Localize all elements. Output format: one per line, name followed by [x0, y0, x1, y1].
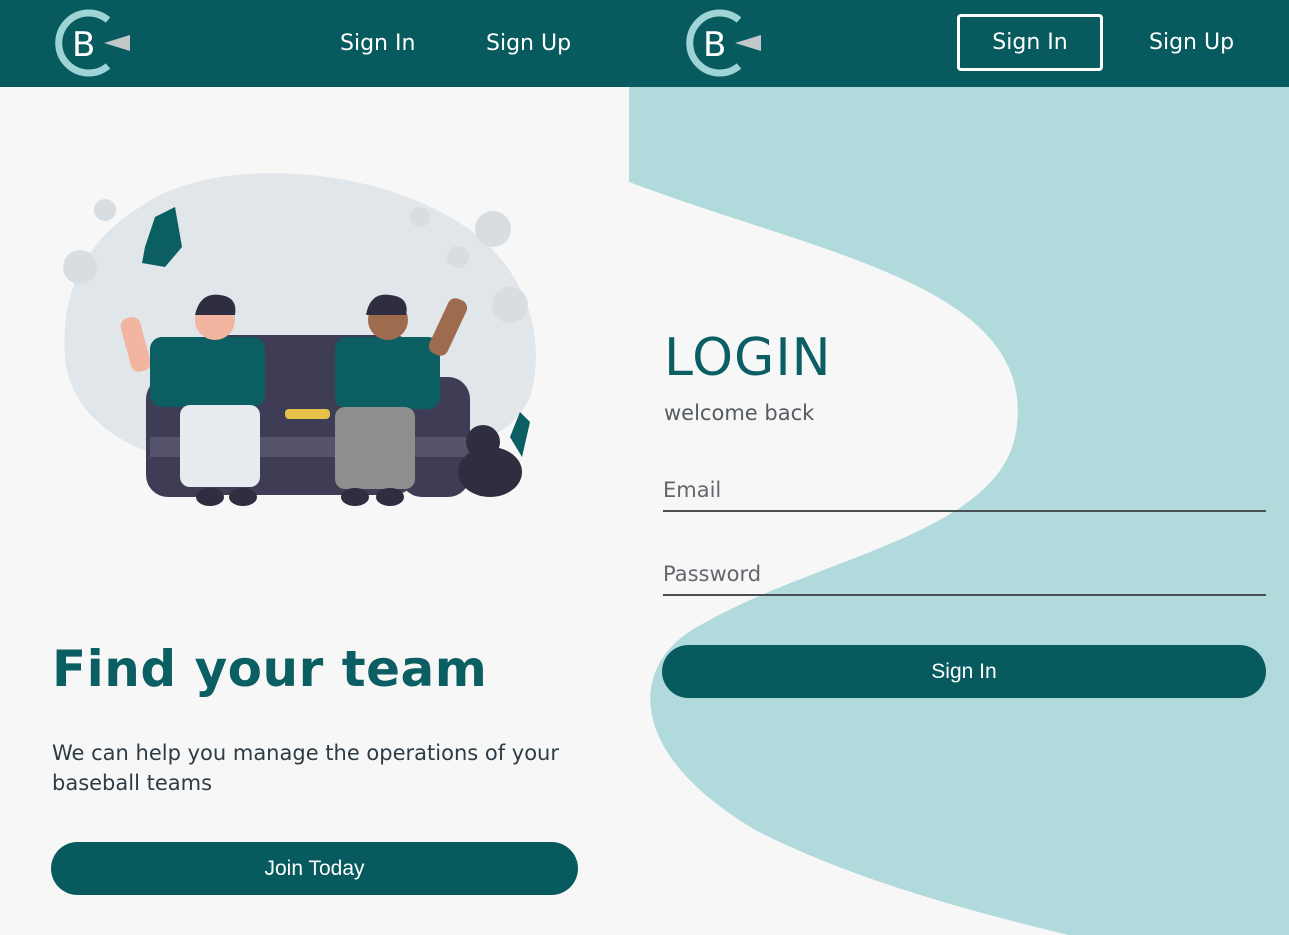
header-right: B Sign In Sign Up	[629, 0, 1289, 87]
password-field[interactable]	[663, 554, 1266, 596]
join-today-button[interactable]: Join Today	[51, 842, 578, 895]
login-subtitle: welcome back	[664, 401, 815, 425]
login-title: LOGIN	[664, 328, 832, 388]
sign-in-submit-button[interactable]: Sign In	[662, 645, 1266, 698]
nav-sign-up-link[interactable]: Sign Up	[1149, 28, 1234, 58]
nav-sign-in-link[interactable]: Sign In	[340, 29, 415, 59]
brand-logo-icon[interactable]: B	[669, 8, 769, 78]
nav-sign-up-link[interactable]: Sign Up	[486, 29, 571, 59]
fans-illustration	[63, 173, 536, 506]
svg-text:B: B	[703, 25, 726, 65]
email-field[interactable]	[663, 470, 1266, 512]
nav-sign-in-button[interactable]: Sign In	[957, 14, 1103, 71]
svg-text:B: B	[72, 25, 95, 65]
hero-description: We can help you manage the operations of…	[52, 741, 560, 795]
header-left: B Sign In Sign Up	[0, 0, 629, 87]
hero-panel: Find your team We can help you manage th…	[0, 87, 629, 935]
brand-logo-icon[interactable]: B	[38, 8, 138, 78]
hero-title: Find your team	[52, 640, 488, 698]
